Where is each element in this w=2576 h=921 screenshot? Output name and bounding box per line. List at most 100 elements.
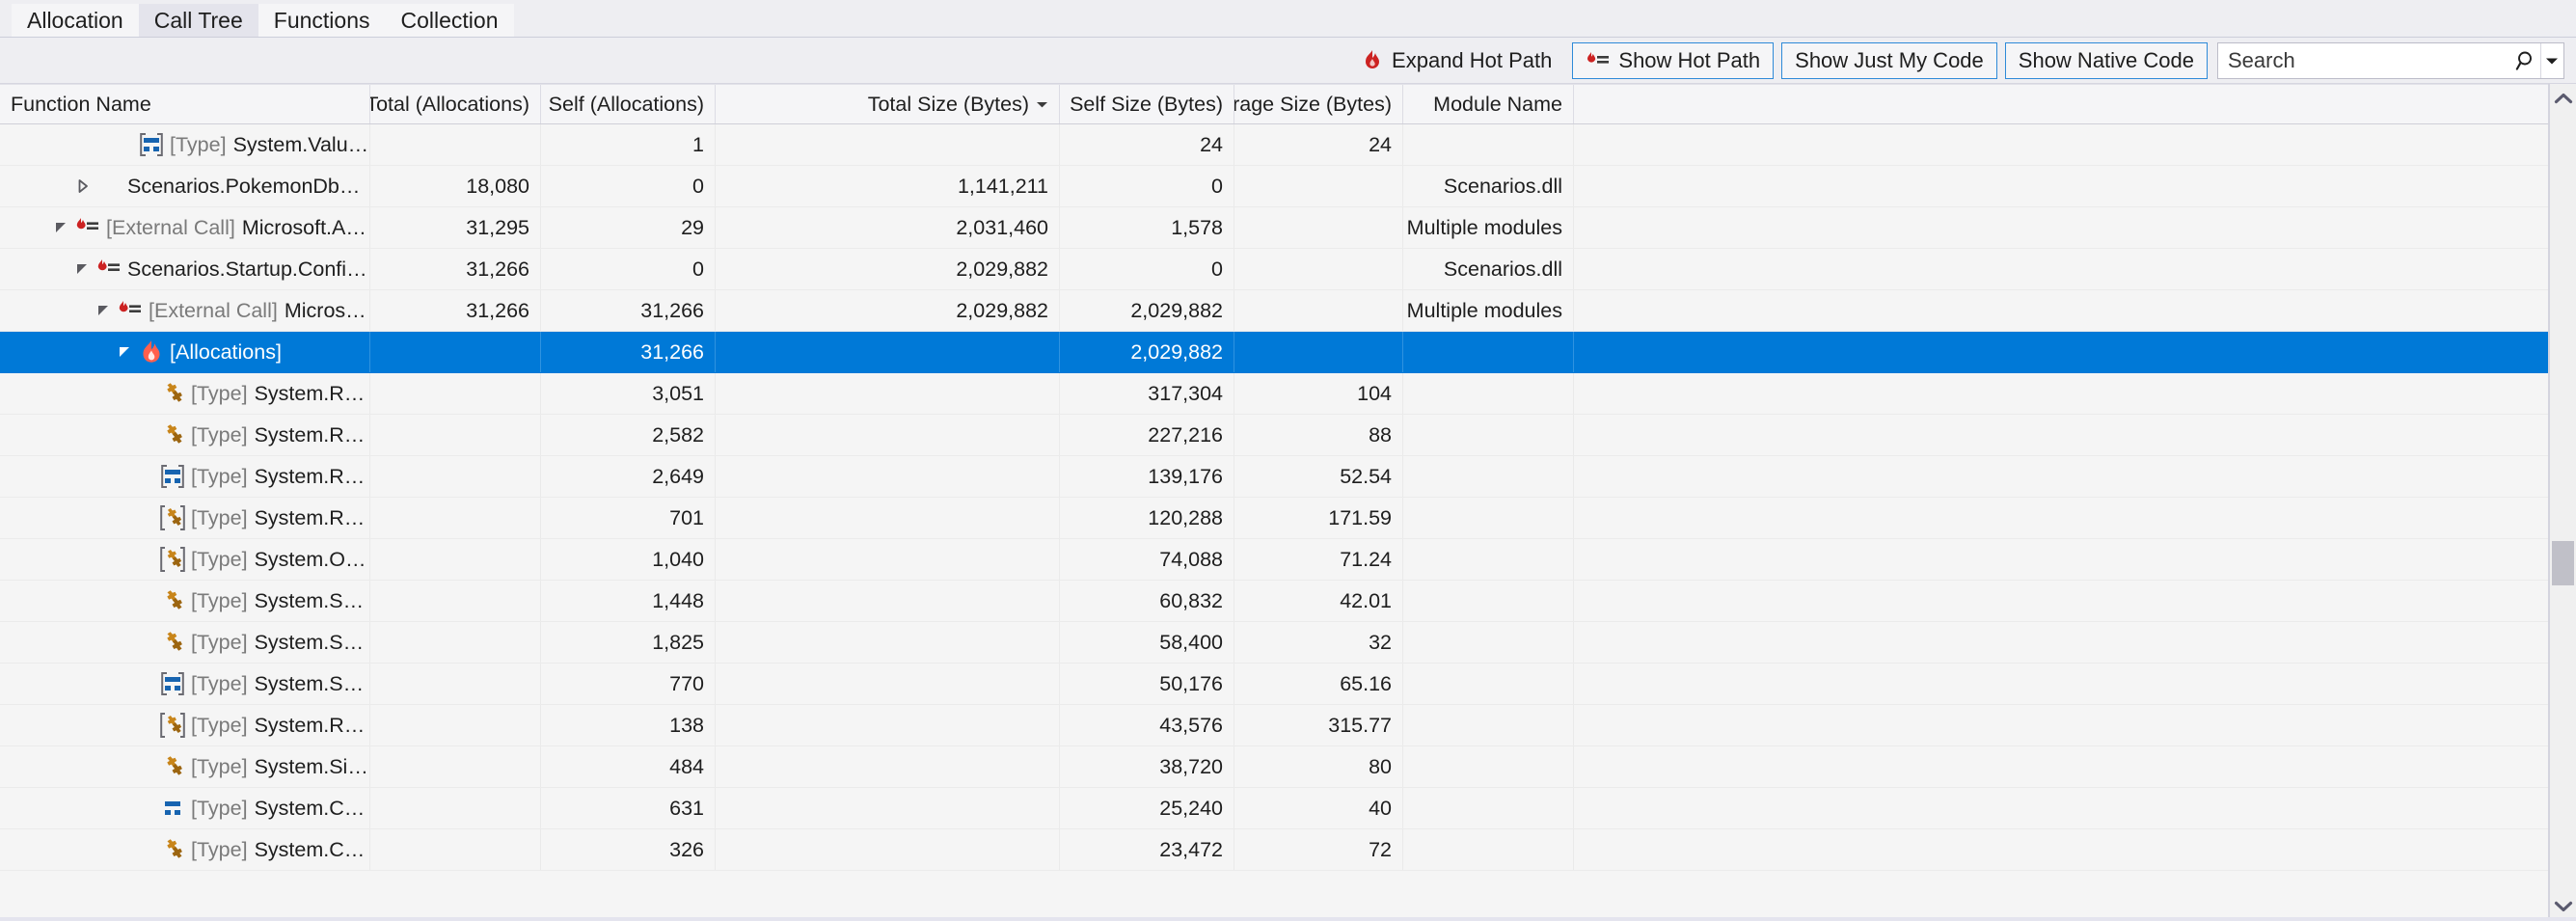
tab-collection[interactable]: Collection bbox=[385, 4, 514, 37]
cell-module bbox=[1403, 373, 1574, 414]
grid-bottom-edge bbox=[0, 917, 2576, 921]
table-row[interactable]: [Allocations] 31,266 2,029,882 bbox=[0, 332, 2548, 373]
tab-functions[interactable]: Functions bbox=[258, 4, 386, 37]
tree-expand-toggle-icon[interactable] bbox=[71, 177, 95, 195]
table-row[interactable]: [Type]System.Reflection.Cus... 2,649 139,1… bbox=[0, 456, 2548, 498]
column-header-label: Total (Allocations) bbox=[370, 92, 529, 116]
column-header-label: Self Size (Bytes) bbox=[1070, 92, 1223, 116]
cell-module bbox=[1403, 124, 1574, 165]
table-row[interactable]: [Type]System.Reflection.Run... 3,051 317,3… bbox=[0, 373, 2548, 415]
scroll-up-arrow-icon[interactable] bbox=[2550, 84, 2576, 113]
cell-filler bbox=[1574, 207, 2548, 248]
cell-filler bbox=[1574, 788, 2548, 828]
cell-total-alloc: 31,295 bbox=[370, 207, 541, 248]
search-box[interactable] bbox=[2217, 41, 2564, 79]
cell-function-name: [Type]System.Collections.Ge... bbox=[0, 829, 370, 870]
cell-total-alloc bbox=[370, 622, 541, 663]
table-row[interactable]: [Type]System.SZArrayEnum... 1,825 58,40032 bbox=[0, 622, 2548, 664]
column-header-self-size-bytes[interactable]: Self Size (Bytes) bbox=[1060, 85, 1234, 123]
cell-self-alloc: 31,266 bbox=[541, 332, 716, 372]
hot-path-marker-icon bbox=[1586, 51, 1611, 70]
flame-small-icon bbox=[95, 258, 123, 280]
table-row[interactable]: [Type]System.String 1,448 60,83242.01 bbox=[0, 581, 2548, 622]
column-header-label: Self (Allocations) bbox=[548, 92, 704, 116]
column-header-average-size-bytes[interactable]: Average Size (Bytes) bbox=[1234, 85, 1403, 123]
table-row[interactable]: [Type]System.Signature 484 38,72080 bbox=[0, 746, 2548, 788]
search-dropdown-icon[interactable] bbox=[2539, 42, 2563, 78]
column-header-module-name[interactable]: Module Name bbox=[1403, 85, 1574, 123]
cell-self-size: 38,720 bbox=[1060, 746, 1234, 787]
column-header-total-size-bytes[interactable]: Total Size (Bytes) bbox=[716, 85, 1060, 123]
table-row[interactable]: [Type]System.ValueTuple<Syste... 1 2424 bbox=[0, 124, 2548, 166]
search-icon[interactable] bbox=[2513, 43, 2540, 78]
search-input[interactable] bbox=[2218, 42, 2513, 78]
cell-total-size bbox=[716, 705, 1060, 745]
cell-module bbox=[1403, 581, 1574, 621]
table-row[interactable]: [Type]System.Object[] 1,040 74,08871.24 bbox=[0, 539, 2548, 581]
expand-hot-path-label: Expand Hot Path bbox=[1392, 47, 1553, 72]
show-native-code-button[interactable]: Show Native Code bbox=[2004, 41, 2208, 79]
table-row[interactable]: [Type]System.RuntimeMeth... 2,582 227,2168… bbox=[0, 415, 2548, 456]
tree-collapse-toggle-icon[interactable] bbox=[93, 302, 116, 319]
cell-self-alloc: 484 bbox=[541, 746, 716, 787]
tree-collapse-toggle-icon[interactable] bbox=[71, 260, 95, 278]
table-row[interactable]: [Type]System.Reflection.Me... 138 43,57631… bbox=[0, 705, 2548, 746]
table-row[interactable]: Scenarios.PokemonDbContext.OnMod...18,08… bbox=[0, 166, 2548, 207]
vertical-scrollbar[interactable] bbox=[2549, 84, 2576, 921]
cell-total-alloc bbox=[370, 664, 541, 704]
scroll-thumb[interactable] bbox=[2552, 541, 2574, 586]
cell-total-alloc bbox=[370, 746, 541, 787]
cell-total-size bbox=[716, 332, 1060, 372]
function-name-label: System.ValueTuple<Syste... bbox=[232, 132, 369, 156]
flame-big-icon bbox=[137, 339, 166, 366]
cell-self-size: 0 bbox=[1060, 166, 1234, 206]
class-array-icon bbox=[158, 546, 187, 573]
column-header-self-allocations[interactable]: Self (Allocations) bbox=[541, 85, 716, 123]
cell-self-alloc: 3,051 bbox=[541, 373, 716, 414]
table-row[interactable]: [Type]System.SByte[] 770 50,17665.16 bbox=[0, 664, 2548, 705]
cell-function-name: Scenarios.PokemonDbContext.OnMod... bbox=[0, 166, 370, 206]
table-row[interactable]: [Type]System.Collections.Ge... 631 25,2404… bbox=[0, 788, 2548, 829]
table-row[interactable]: [Type]System.Reflection.Run... 701 120,288… bbox=[0, 498, 2548, 539]
cell-module bbox=[1403, 332, 1574, 372]
cell-self-size: 25,240 bbox=[1060, 788, 1234, 828]
function-name-label: Scenarios.Startup.Configure.Anony... bbox=[127, 257, 369, 281]
tab-call-tree[interactable]: Call Tree bbox=[138, 4, 258, 37]
class-icon bbox=[158, 836, 187, 863]
cell-self-alloc: 631 bbox=[541, 788, 716, 828]
tab-allocation[interactable]: Allocation bbox=[12, 4, 139, 37]
cell-total-size bbox=[716, 788, 1060, 828]
tree-collapse-toggle-icon[interactable] bbox=[114, 343, 137, 361]
flame-small-icon bbox=[116, 300, 145, 321]
cell-module: Multiple modules bbox=[1403, 207, 1574, 248]
cell-avg-size bbox=[1234, 290, 1403, 331]
function-type-prefix: [Type] bbox=[191, 422, 248, 447]
column-header-total-allocations[interactable]: Total (Allocations) bbox=[370, 85, 541, 123]
cell-function-name: [Type]System.Reflection.Run... bbox=[0, 498, 370, 538]
scroll-track[interactable] bbox=[2550, 113, 2576, 892]
cell-filler bbox=[1574, 373, 2548, 414]
table-row[interactable]: [External Call]Microsoft.AspNetC...31,26… bbox=[0, 290, 2548, 332]
cell-total-size: 2,031,460 bbox=[716, 207, 1060, 248]
expand-hot-path-button[interactable]: Expand Hot Path bbox=[1358, 46, 1556, 75]
show-just-my-code-button[interactable]: Show Just My Code bbox=[1781, 41, 1997, 79]
table-row[interactable]: [External Call]Microsoft.AspNetCore....3… bbox=[0, 207, 2548, 249]
cell-module bbox=[1403, 415, 1574, 455]
tree-collapse-toggle-icon[interactable] bbox=[50, 219, 73, 236]
cell-function-name: [Type]System.RuntimeMeth... bbox=[0, 415, 370, 455]
column-header-label: Module Name bbox=[1433, 92, 1562, 116]
cell-module bbox=[1403, 664, 1574, 704]
function-type-prefix: [Type] bbox=[191, 505, 248, 529]
cell-avg-size: 40 bbox=[1234, 788, 1403, 828]
cell-total-size bbox=[716, 124, 1060, 165]
cell-filler bbox=[1574, 124, 2548, 165]
cell-total-alloc bbox=[370, 332, 541, 372]
cell-self-size: 317,304 bbox=[1060, 373, 1234, 414]
cell-filler bbox=[1574, 332, 2548, 372]
cell-avg-size: 32 bbox=[1234, 622, 1403, 663]
show-hot-path-button[interactable]: Show Hot Path bbox=[1572, 41, 1775, 79]
column-header-function-name[interactable]: Function Name bbox=[0, 85, 370, 123]
table-row[interactable]: [Type]System.Collections.Ge... 326 23,4727… bbox=[0, 829, 2548, 871]
table-row[interactable]: Scenarios.Startup.Configure.Anony...31,2… bbox=[0, 249, 2548, 290]
cell-avg-size: 80 bbox=[1234, 746, 1403, 787]
